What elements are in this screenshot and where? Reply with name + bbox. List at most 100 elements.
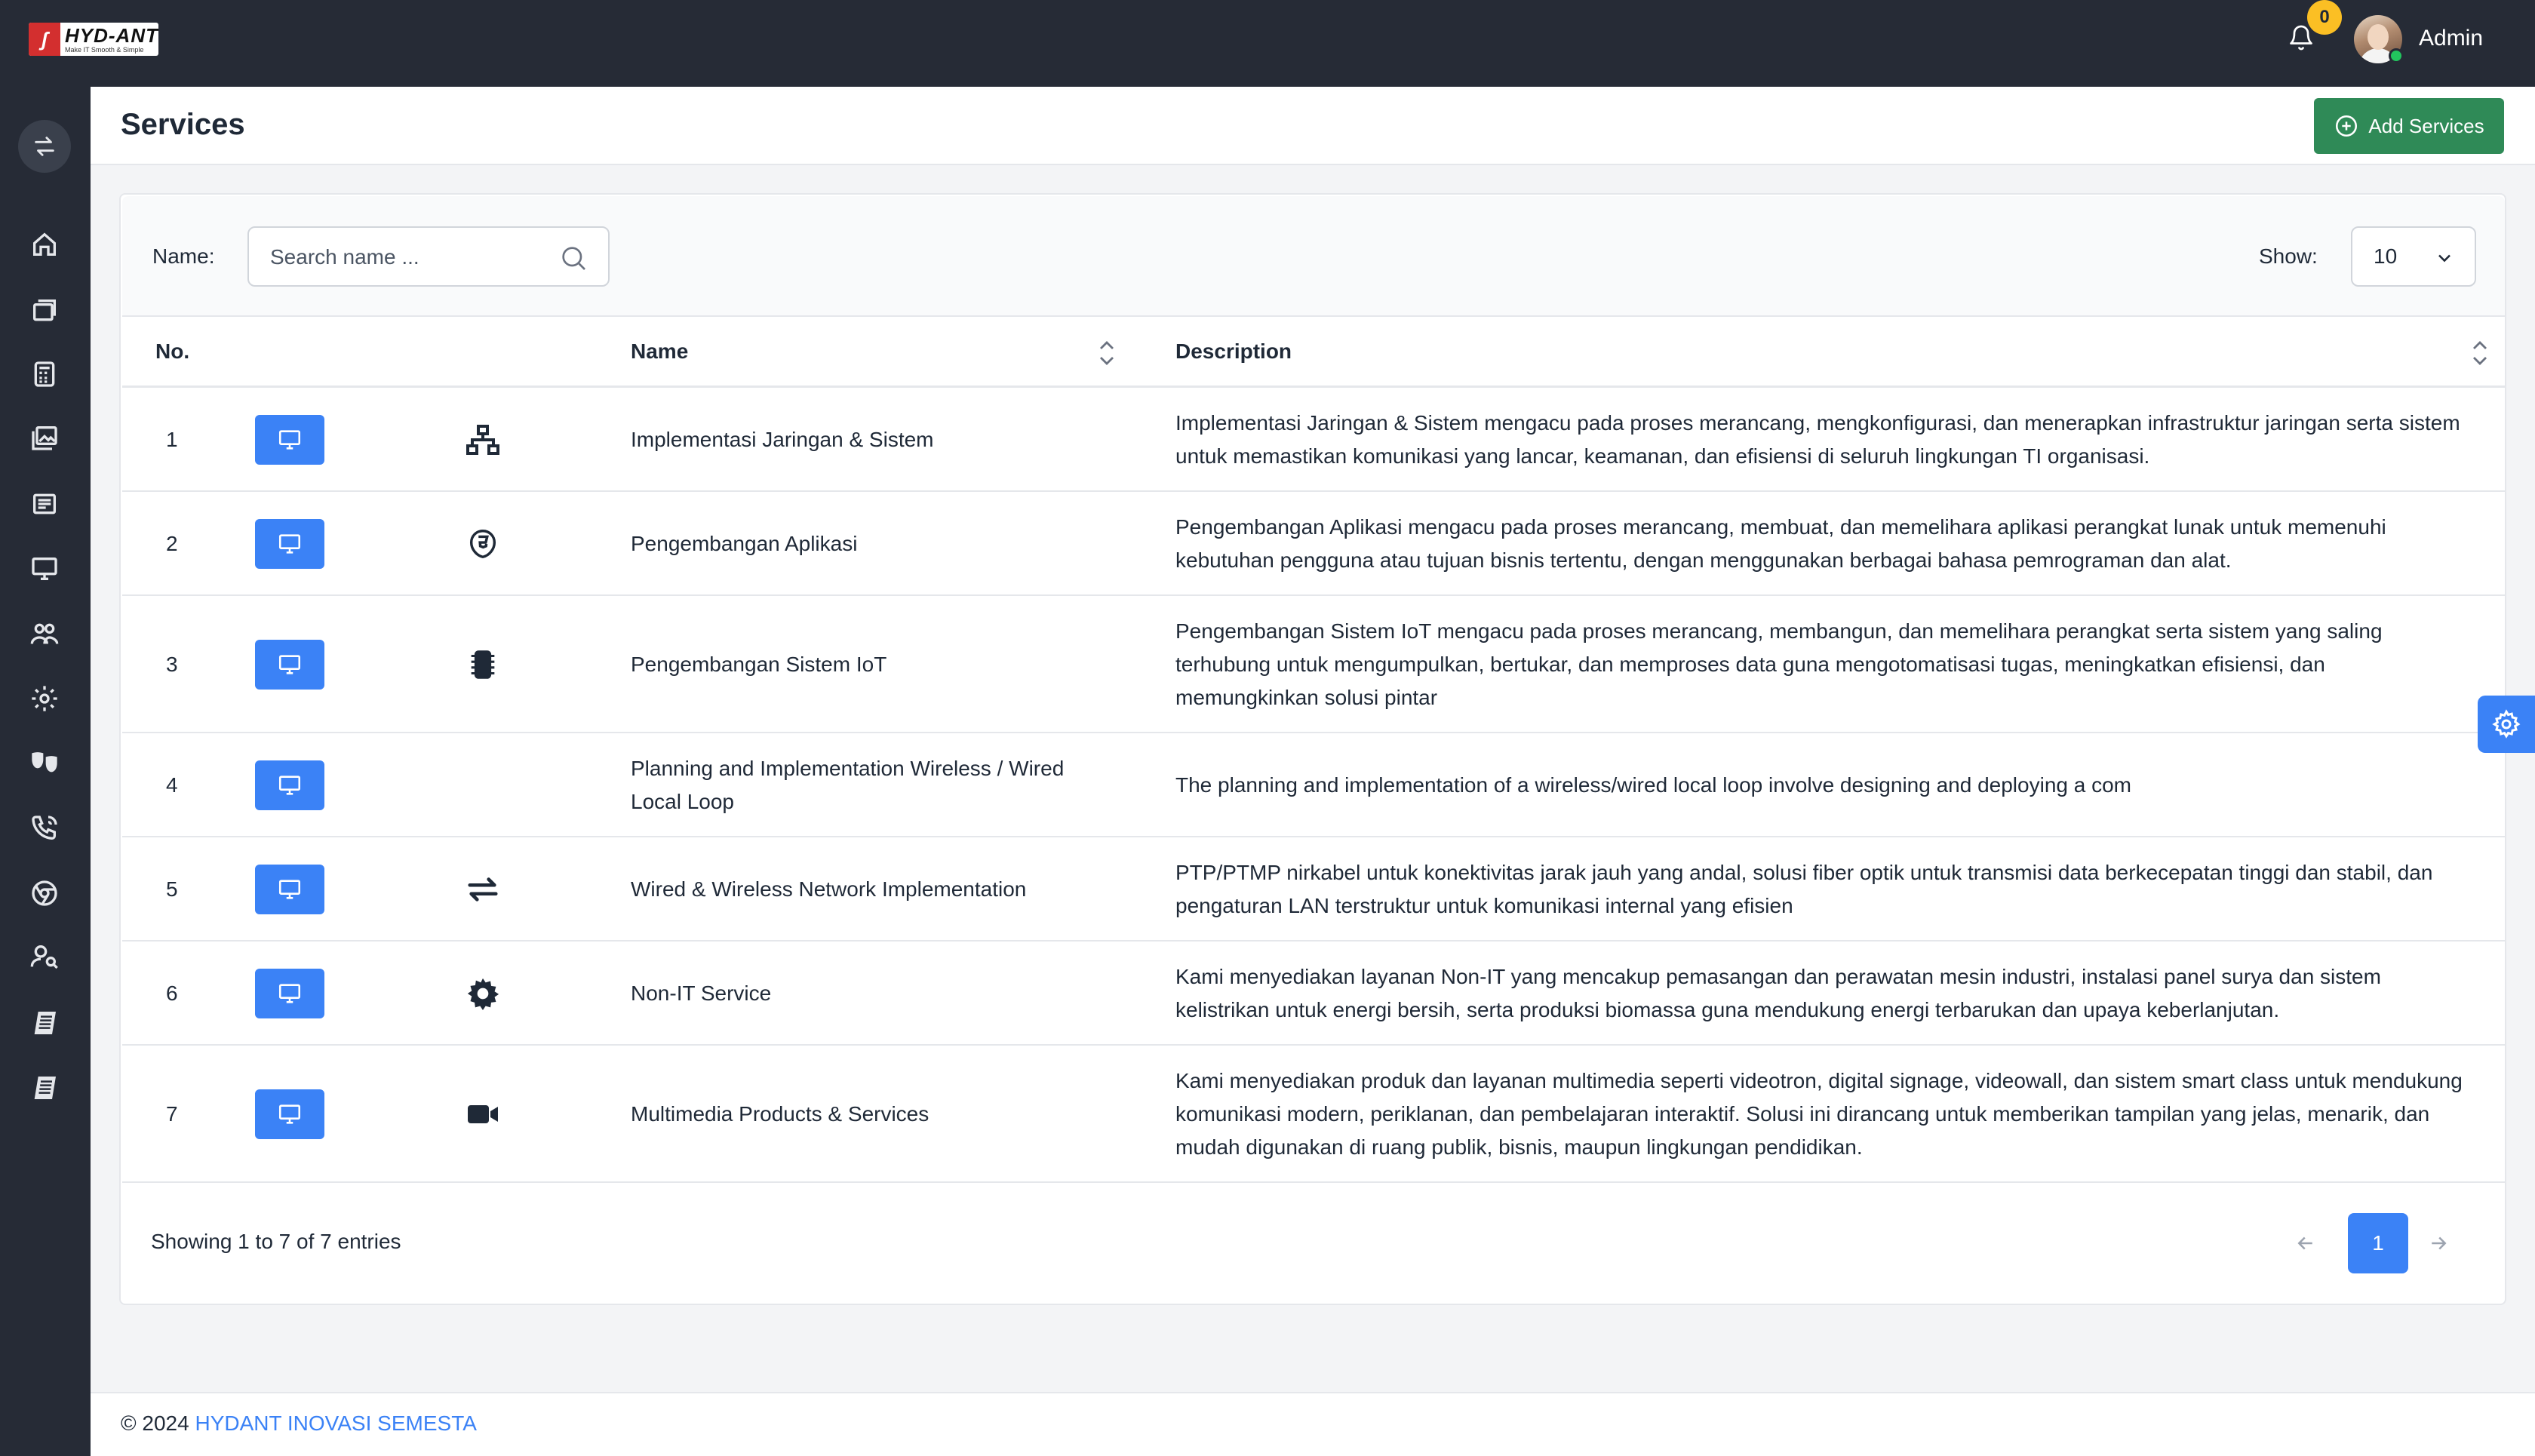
row-number: 6 (166, 981, 178, 1005)
sidebar-item-settings[interactable] (27, 681, 62, 716)
masks-icon (32, 752, 57, 773)
row-number: 1 (166, 428, 178, 451)
users-icon (30, 623, 59, 644)
plus-circle-icon (2336, 115, 2358, 137)
html5-icon (463, 524, 502, 564)
entries-summary: Showing 1 to 7 of 7 entries (151, 1230, 401, 1253)
exchange-icon (463, 870, 502, 909)
app-root: ʃ HYD-ANT Make IT Smooth & Simple 0 Admi… (0, 0, 2535, 1456)
view-button[interactable] (255, 969, 324, 1018)
sidebar-item-team[interactable] (27, 616, 62, 651)
chevron-down-icon (2438, 254, 2450, 263)
service-name: Multimedia Products & Services (631, 1102, 930, 1126)
service-description: Implementasi Jaringan & Sistem mengacu p… (1175, 411, 2460, 468)
gear-icon (2492, 709, 2521, 739)
page-title: Services (121, 108, 245, 141)
swap-arrows-icon (35, 137, 54, 156)
table-header: No. Name Description (122, 317, 2505, 388)
sidebar-item-pages[interactable] (27, 293, 62, 328)
column-header-name[interactable]: Name (631, 339, 688, 364)
sidebar-item-user-search[interactable] (27, 939, 62, 974)
previous-page-button[interactable] (2288, 1225, 2324, 1261)
table-footer: Showing 1 to 7 of 7 entries 1 (122, 1183, 2505, 1304)
sidebar-item-services[interactable] (27, 551, 62, 586)
page-header: Services (91, 87, 2535, 165)
sidebar-item-home[interactable] (27, 227, 62, 262)
arrow-left-icon (2297, 1236, 2312, 1250)
view-button[interactable] (255, 415, 324, 465)
service-description: The planning and implementation of a wir… (1175, 773, 2131, 797)
view-button[interactable] (255, 640, 324, 690)
user-search-icon (30, 945, 58, 969)
sidebar-item-document-2[interactable] (27, 1070, 62, 1105)
table-row: 6 Non-IT Service Kami menyediakan layana… (122, 941, 2505, 1046)
page-size-select[interactable]: 10 (2351, 226, 2476, 287)
view-button[interactable] (255, 1089, 324, 1139)
gallery-icon (32, 426, 57, 450)
logo-brand: HYD-ANT (65, 23, 158, 47)
show-label: Show: (2259, 244, 2318, 268)
service-name: Wired & Wireless Network Implementation (631, 877, 1027, 901)
service-description: PTP/PTMP nirkabel untuk konektivitas jar… (1175, 861, 2433, 917)
name-filter-label: Name: (152, 244, 215, 268)
service-description: Kami menyediakan produk dan layanan mult… (1175, 1069, 2463, 1159)
service-name: Pengembangan Sistem IoT (631, 653, 887, 676)
chip-icon (463, 645, 502, 684)
sidebar-item-document-1[interactable] (27, 1006, 62, 1040)
filter-bar: Name: Show: 10 (122, 196, 2505, 317)
column-header-description[interactable]: Description (1175, 339, 1292, 364)
arrow-right-icon (2432, 1236, 2447, 1250)
home-icon (33, 232, 56, 256)
monitor-icon (32, 558, 57, 580)
table-row: 1 Implementasi Jaringan & Sistem Impleme… (122, 388, 2505, 492)
search-box[interactable] (247, 226, 610, 287)
sort-description-icon[interactable] (2469, 338, 2491, 368)
service-name: Pengembangan Aplikasi (631, 532, 858, 555)
services-table: No. Name Description 1 Implementasi Jari… (122, 317, 2505, 1183)
view-button[interactable] (255, 760, 324, 810)
add-services-button[interactable]: Add Services (2314, 98, 2504, 154)
sort-name-icon[interactable] (1095, 338, 1118, 368)
column-header-no[interactable]: No. (155, 339, 189, 364)
sidebar-item-calculator[interactable] (27, 357, 62, 392)
sidebar-item-contact[interactable] (27, 811, 62, 846)
network-icon (463, 420, 502, 459)
sidebar-item-browser[interactable] (27, 876, 62, 911)
table-row: 3 Pengembangan Sistem IoT Pengembangan S… (122, 596, 2505, 733)
row-number: 3 (166, 653, 178, 676)
view-button[interactable] (255, 519, 324, 569)
video-icon (463, 1095, 502, 1134)
table-row: 7 Multimedia Products & Services Kami me… (122, 1046, 2505, 1183)
document-lines-icon (34, 1012, 56, 1034)
service-name: Planning and Implementation Wireless / W… (631, 757, 1065, 813)
search-input[interactable] (270, 241, 557, 273)
monitor-icon (278, 776, 301, 795)
sidebar-item-gallery[interactable] (27, 420, 62, 455)
row-number: 7 (166, 1102, 178, 1126)
company-link[interactable]: HYDANT INOVASI SEMESTA (195, 1411, 476, 1435)
sidebar-toggle-button[interactable] (18, 120, 71, 173)
gear-icon (32, 686, 57, 711)
calculator-icon (34, 361, 55, 387)
sidebar-item-articles[interactable] (27, 487, 62, 521)
view-button[interactable] (255, 865, 324, 914)
monitor-icon (278, 1104, 301, 1124)
copyright-text: © 2024 (121, 1411, 195, 1435)
page-footer: © 2024 HYDANT INOVASI SEMESTA (91, 1392, 2535, 1456)
add-services-label: Add Services (2368, 114, 2484, 137)
services-card: Name: Show: 10 No. Name Description 1 (119, 193, 2506, 1305)
phone-icon (32, 816, 57, 840)
sidebar-item-theater[interactable] (27, 745, 62, 779)
service-description: Kami menyediakan layanan Non-IT yang men… (1175, 965, 2381, 1021)
floating-settings-button[interactable] (2478, 696, 2535, 753)
service-name: Non-IT Service (631, 981, 772, 1005)
copyright: © 2024 HYDANT INOVASI SEMESTA (121, 1411, 477, 1436)
page-1-button[interactable]: 1 (2348, 1213, 2408, 1273)
logo-mark-icon: ʃ (29, 23, 60, 56)
user-name[interactable]: Admin (2419, 26, 2483, 51)
online-status-dot (2389, 48, 2404, 63)
logo[interactable]: ʃ HYD-ANT Make IT Smooth & Simple (29, 23, 158, 56)
row-number: 4 (166, 773, 178, 797)
next-page-button[interactable] (2420, 1225, 2457, 1261)
notification-count-badge: 0 (2307, 0, 2342, 35)
